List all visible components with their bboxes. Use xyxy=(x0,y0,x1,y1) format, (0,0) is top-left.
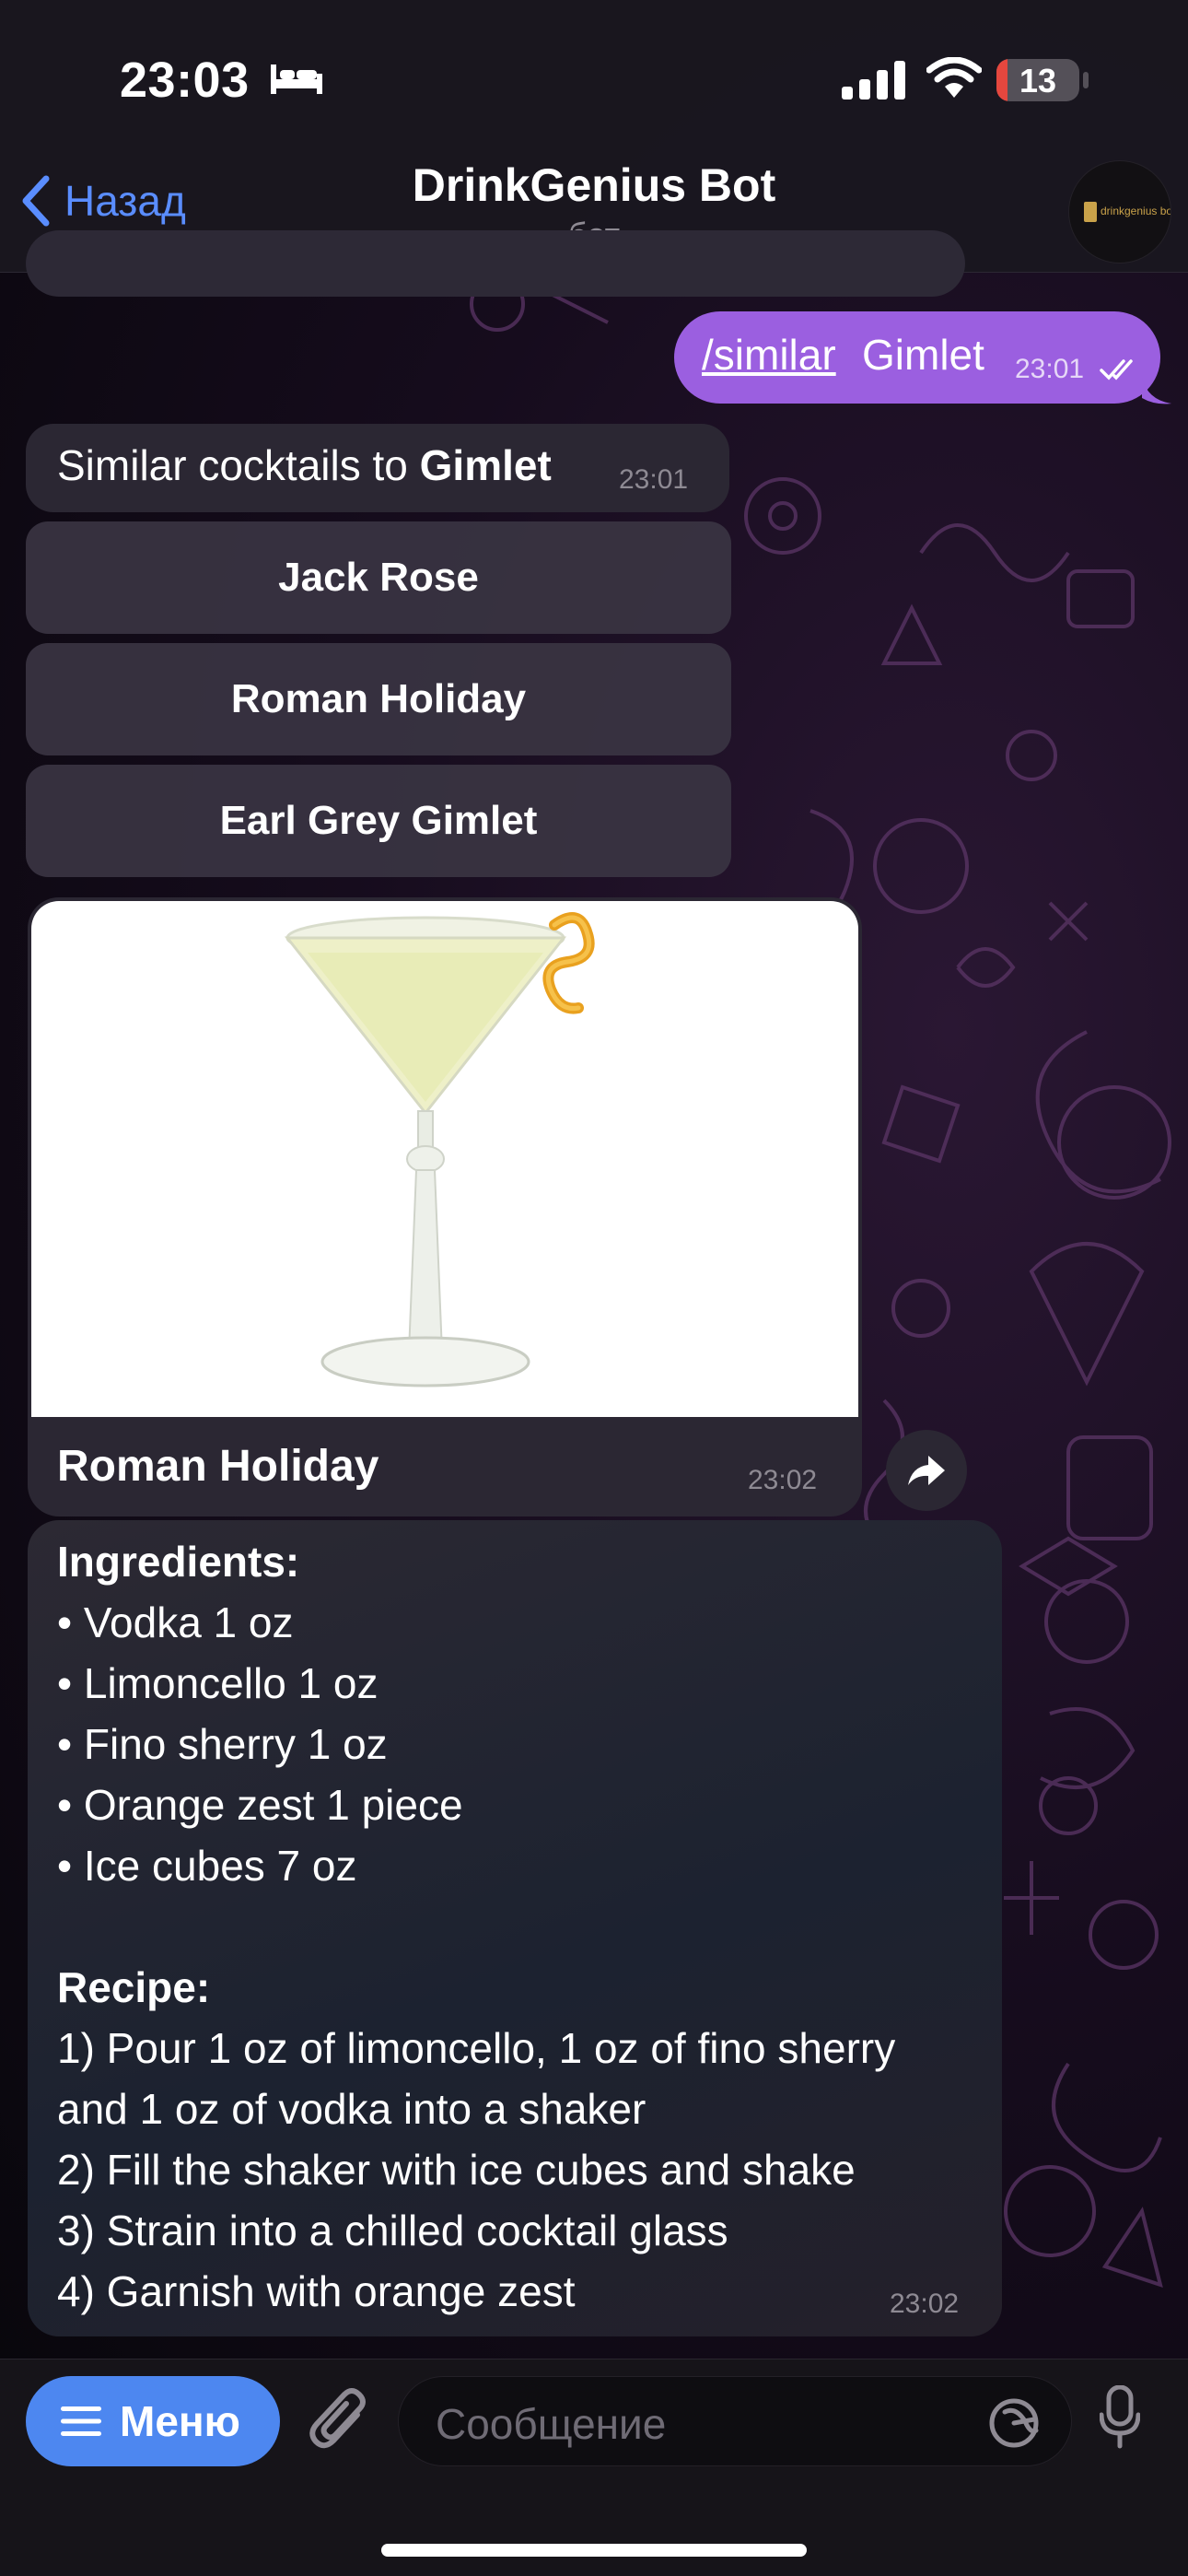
message-input[interactable]: Сообщение xyxy=(398,2376,1072,2466)
bot-logo-mark xyxy=(1084,202,1097,222)
sticker-icon[interactable] xyxy=(988,2397,1040,2449)
previous-message-bubble xyxy=(26,230,965,297)
bot-command-link[interactable]: /similar xyxy=(702,330,836,380)
recipe-step: 2) Fill the shaker with ice cubes and sh… xyxy=(57,2146,856,2194)
ingredient-item: • Ice cubes 7 oz xyxy=(57,1842,357,1890)
battery-percent: 13 xyxy=(1019,62,1057,100)
share-arrow-icon xyxy=(908,1456,945,1485)
photo-message-time: 23:02 xyxy=(748,1465,818,1495)
outgoing-message-text: Gimlet xyxy=(862,331,984,379)
paperclip-icon[interactable] xyxy=(308,2387,372,2455)
similar-cocktails-message[interactable]: Similar cocktails to Gimlet 23:01 xyxy=(26,424,729,512)
photo-caption: Roman Holiday xyxy=(57,1442,379,1491)
cocktail-glass-illustration xyxy=(284,912,595,1388)
bot-logo-text: drinkgenius bot xyxy=(1101,205,1171,217)
recipe-step: 1) Pour 1 oz of limoncello, 1 oz of fino… xyxy=(57,2024,896,2072)
microphone-icon[interactable] xyxy=(1100,2385,1140,2450)
wifi-icon xyxy=(926,57,982,98)
share-button[interactable] xyxy=(886,1430,967,1511)
ingredient-item: • Vodka 1 oz xyxy=(57,1598,294,1646)
ingredient-item: • Limoncello 1 oz xyxy=(57,1659,379,1707)
outgoing-message-time: 23:01 xyxy=(1015,354,1085,384)
cocktail-photo-message[interactable]: Roman Holiday 23:02 xyxy=(28,897,862,1516)
inline-button-jack-rose[interactable]: Jack Rose xyxy=(26,521,731,634)
similar-prefix: Similar cocktails to xyxy=(57,441,408,489)
message-input-bar: Меню Сообщение xyxy=(0,2359,1188,2576)
recipe-message-time: 23:02 xyxy=(890,2289,960,2319)
hamburger-menu-icon xyxy=(61,2406,101,2436)
similar-message-time: 23:01 xyxy=(619,464,689,495)
battery-indicator: 13 xyxy=(996,59,1079,101)
inline-button-earl-grey-gimlet[interactable]: Earl Grey Gimlet xyxy=(26,765,731,877)
menu-label: Меню xyxy=(120,2397,240,2445)
ingredient-item: • Fino sherry 1 oz xyxy=(57,1720,388,1768)
telegram-chat-screen: 23:03 13 Назад DrinkGenius Bot drinkgeni… xyxy=(0,0,1188,2576)
battery-cap xyxy=(1083,72,1089,88)
recipe-heading: Recipe: xyxy=(57,1963,211,2011)
chat-title[interactable]: DrinkGenius Bot xyxy=(0,158,1188,212)
recipe-step: 3) Strain into a chilled cocktail glass xyxy=(57,2207,728,2254)
similar-cocktails-text: Similar cocktails to Gimlet xyxy=(57,440,552,490)
double-check-icon xyxy=(1100,359,1133,381)
home-indicator xyxy=(381,2544,807,2557)
cellular-signal-icon xyxy=(842,61,905,100)
outgoing-message-bubble[interactable]: /similar Gimlet 23:01 xyxy=(674,311,1160,404)
bed-icon xyxy=(271,64,322,94)
recipe-message[interactable]: Ingredients: • Vodka 1 oz • Limoncello 1… xyxy=(28,1520,1002,2336)
recipe-step: 4) Garnish with orange zest xyxy=(57,2267,576,2315)
status-time: 23:03 xyxy=(120,53,250,108)
bot-avatar[interactable]: drinkgenius bot xyxy=(1068,160,1171,263)
cocktail-photo[interactable] xyxy=(31,901,858,1417)
similar-cocktail-name: Gimlet xyxy=(419,441,552,489)
recipe-step: and 1 oz of vodka into a shaker xyxy=(57,2085,646,2133)
ingredients-heading: Ingredients: xyxy=(57,1538,300,1586)
outgoing-bubble-tail xyxy=(1142,378,1171,404)
inline-button-roman-holiday[interactable]: Roman Holiday xyxy=(26,643,731,755)
message-placeholder: Сообщение xyxy=(436,2400,667,2448)
ingredient-item: • Orange zest 1 piece xyxy=(57,1781,463,1829)
bot-menu-button[interactable]: Меню xyxy=(26,2376,280,2466)
